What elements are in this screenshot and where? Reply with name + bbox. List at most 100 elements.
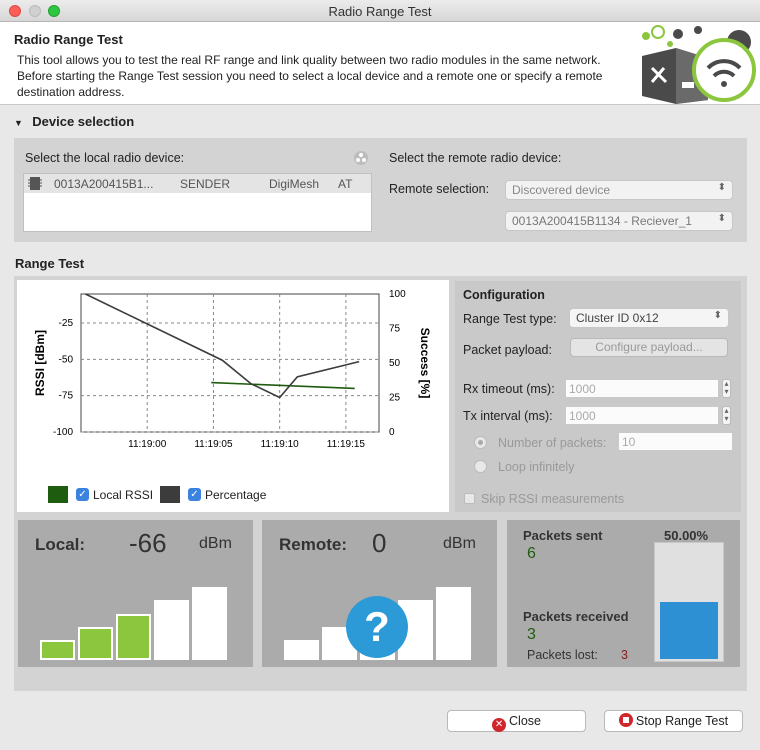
radio-module-icon xyxy=(28,177,42,190)
range-test-logo-icon xyxy=(642,25,756,104)
signal-bar xyxy=(192,587,227,660)
tx-interval-label: Tx interval (ms): xyxy=(463,409,553,423)
loop-infinitely-radio[interactable] xyxy=(474,460,487,473)
device-protocol: DigiMesh xyxy=(269,177,320,191)
packets-lost-value: 3 xyxy=(621,648,628,662)
packets-received-value: 3 xyxy=(527,626,536,643)
local-rssi-value: -66 xyxy=(129,528,167,558)
device-mode: AT xyxy=(338,177,353,191)
remote-device-select[interactable]: 0013A200415B1134 - Reciever_1 ⬍ xyxy=(505,211,733,231)
plot-frame xyxy=(80,293,380,433)
local-signal-meter: Local: -66 dBm xyxy=(18,520,253,667)
y-left-tick-label: -50 xyxy=(59,354,74,365)
y-right-tick-label: 50 xyxy=(389,358,401,369)
device-selection-toggle[interactable]: ▼ Device selection xyxy=(14,114,134,129)
signal-bar xyxy=(40,640,75,660)
legend-label-local-rssi: Local RSSI xyxy=(93,488,154,502)
series-line-local-rssi xyxy=(211,381,355,390)
stop-button-label: Stop Range Test xyxy=(635,714,729,728)
remote-unit: dBm xyxy=(443,535,476,552)
percentage-checkbox[interactable]: ✓ xyxy=(188,488,201,501)
remote-signal-meter: Remote: 0 dBm ? xyxy=(262,520,497,667)
range-test-type-value: Cluster ID 0x12 xyxy=(576,311,659,325)
updown-arrows-icon: ⬍ xyxy=(713,310,722,321)
local-device-list[interactable]: 0013A200415B1... SENDER DigiMesh AT xyxy=(23,173,372,232)
remote-selection-select[interactable]: Discovered device ⬍ xyxy=(505,180,733,200)
remote-selection-value: Discovered device xyxy=(512,183,611,197)
tx-interval-input[interactable]: 1000 xyxy=(565,406,719,425)
configure-payload-button[interactable]: Configure payload... xyxy=(570,338,728,357)
x-tick-label: 11:19:15 xyxy=(327,439,366,450)
packets-sent-label: Packets sent xyxy=(523,528,603,543)
packet-payload-label: Packet payload: xyxy=(463,343,552,357)
rx-timeout-input[interactable]: 1000 xyxy=(565,379,719,398)
remote-device-label: Select the remote radio device: xyxy=(389,151,562,165)
y-right-tick-label: 25 xyxy=(389,393,401,404)
x-tick-label: 11:19:05 xyxy=(194,439,233,450)
signal-bar xyxy=(154,600,189,660)
local-label: Local: xyxy=(35,535,86,554)
legend-label-percentage: Percentage xyxy=(205,488,267,502)
range-test-type-label: Range Test type: xyxy=(463,312,557,326)
packets-panel: Packets sent 6 Packets received 3 Packet… xyxy=(507,520,740,667)
title-bar: Radio Range Test xyxy=(0,0,760,22)
configuration-panel: Configuration Range Test type: Cluster I… xyxy=(455,281,741,512)
legend-swatch-local-rssi xyxy=(48,486,68,503)
question-mark-icon: ? xyxy=(346,596,408,658)
series-line-percentage xyxy=(85,293,360,399)
close-button[interactable]: ✕ Close xyxy=(447,710,586,732)
device-selection-panel: Select the local radio device: 0013A2004… xyxy=(14,138,747,242)
local-device-label: Select the local radio device: xyxy=(25,151,185,165)
legend-swatch-percentage xyxy=(160,486,180,503)
packets-received-label: Packets received xyxy=(523,609,629,624)
stop-icon xyxy=(618,713,633,727)
remote-device-value: 0013A200415B1134 - Reciever_1 xyxy=(512,214,692,228)
rx-timeout-stepper[interactable]: ▴ ▾ xyxy=(722,379,731,398)
y-right-tick-label: 100 xyxy=(389,289,406,300)
signal-bar xyxy=(116,614,151,660)
remote-selection-label: Remote selection: xyxy=(389,182,490,196)
remote-label: Remote: xyxy=(279,535,348,554)
local-rssi-checkbox[interactable]: ✓ xyxy=(76,488,89,501)
success-bar-fill xyxy=(660,602,718,659)
page-title: Radio Range Test xyxy=(14,32,123,47)
list-item[interactable]: 0013A200415B1... SENDER DigiMesh AT xyxy=(24,174,371,193)
x-tick-label: 11:19:10 xyxy=(261,439,300,450)
y-right-tick-label: 75 xyxy=(389,324,401,335)
skip-rssi-checkbox[interactable] xyxy=(464,493,475,504)
local-unit: dBm xyxy=(199,535,232,552)
configuration-title: Configuration xyxy=(463,288,545,302)
device-selection-title: Device selection xyxy=(32,114,135,129)
signal-bar xyxy=(436,587,471,660)
signal-bar xyxy=(284,640,319,660)
device-address: 0013A200415B1... xyxy=(54,177,154,191)
stop-range-test-button[interactable]: Stop Range Test xyxy=(604,710,743,732)
y-left-tick-label: -75 xyxy=(59,391,74,402)
close-icon: ✕ xyxy=(492,718,507,732)
y-left-tick-label: -25 xyxy=(59,318,74,329)
rssi-chart: 11:19:00 11:19:05 11:19:10 11:19:15 -25 -50 -7… xyxy=(33,289,432,450)
range-test-type-select[interactable]: Cluster ID 0x12 ⬍ xyxy=(569,308,729,328)
x-tick-label: 11:19:00 xyxy=(128,439,167,450)
discover-devices-icon[interactable] xyxy=(353,150,369,166)
number-of-packets-input[interactable]: 10 xyxy=(618,432,733,451)
chart-area: 11:19:00 11:19:05 11:19:10 11:19:15 -25 -50 -7… xyxy=(17,280,449,512)
y-left-axis-label: RSSI [dBm] xyxy=(33,330,47,396)
y-right-tick-label: 0 xyxy=(389,427,395,438)
rx-timeout-label: Rx timeout (ms): xyxy=(463,382,555,396)
loop-infinitely-label: Loop infinitely xyxy=(498,460,575,474)
window-title: Radio Range Test xyxy=(328,4,432,19)
packets-lost-label: Packets lost: xyxy=(527,648,598,662)
y-right-axis-label: Success [%] xyxy=(418,328,432,399)
disclosure-triangle-icon: ▼ xyxy=(14,118,23,128)
number-of-packets-label: Number of packets: xyxy=(498,436,607,450)
page-description: This tool allows you to test the real RF… xyxy=(17,53,603,99)
device-role: SENDER xyxy=(180,177,231,191)
success-bar xyxy=(654,542,724,662)
remote-rssi-value: 0 xyxy=(372,528,387,558)
success-percentage: 50.00% xyxy=(664,528,709,543)
updown-arrows-icon: ⬍ xyxy=(717,213,726,224)
number-of-packets-radio[interactable] xyxy=(474,436,487,449)
packets-sent-value: 6 xyxy=(527,545,536,562)
tx-interval-stepper[interactable]: ▴ ▾ xyxy=(722,406,731,425)
